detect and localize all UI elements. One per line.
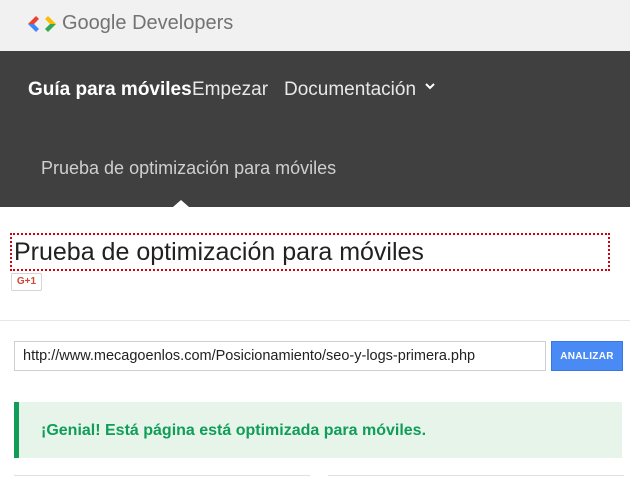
url-input[interactable] bbox=[14, 341, 546, 371]
brand-title[interactable]: Google Developers bbox=[62, 12, 233, 35]
result-banner: ¡Genial! Está página está optimizada par… bbox=[14, 402, 622, 458]
result-message: ¡Genial! Está página está optimizada par… bbox=[41, 422, 427, 439]
result-card-right bbox=[328, 475, 624, 480]
active-caret-icon bbox=[173, 200, 189, 207]
sub-nav-item-mobile-test[interactable]: Prueba de optimización para móviles bbox=[41, 158, 336, 179]
brand-developers: Developers bbox=[132, 12, 234, 34]
nav-item-mobile-guide[interactable]: Guía para móviles bbox=[28, 79, 192, 101]
nav-item-get-started[interactable]: Empezar bbox=[192, 79, 268, 101]
page-title: Prueba de optimización para móviles bbox=[10, 233, 610, 271]
google-plus-one-button[interactable]: G+1 bbox=[11, 273, 42, 291]
brand-google: Google bbox=[62, 12, 127, 34]
section-divider bbox=[0, 320, 630, 321]
result-card-left bbox=[14, 475, 310, 480]
analyze-button[interactable]: ANALIZAR bbox=[551, 341, 623, 371]
chevron-down-icon bbox=[425, 83, 435, 90]
nav-item-documentation[interactable]: Documentación bbox=[284, 79, 436, 101]
google-developers-logo-icon[interactable] bbox=[28, 13, 56, 35]
nav-item-documentation-label: Documentación bbox=[284, 79, 417, 100]
top-bar: Google Developers bbox=[0, 0, 630, 51]
main-nav: Guía para móviles Empezar Documentación … bbox=[0, 51, 630, 207]
